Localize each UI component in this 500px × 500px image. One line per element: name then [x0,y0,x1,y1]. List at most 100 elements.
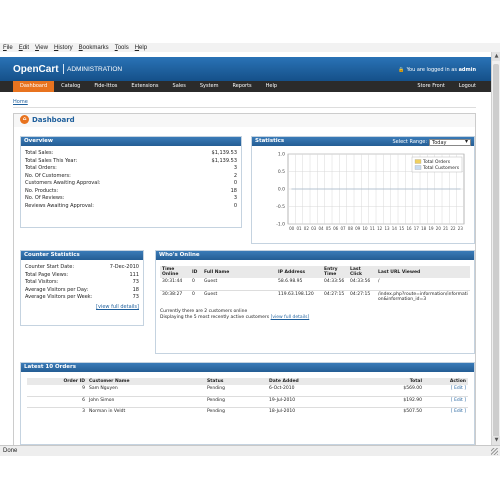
nav-sales[interactable]: Sales [166,81,193,92]
y-tick-label: 0.5 [278,169,285,175]
x-tick-label: 13 [384,226,390,231]
counter-value: 7-Dec-2010 [109,264,139,270]
online-details-link[interactable]: [view full details] [271,315,310,320]
range-select: Select Range: Today [392,138,471,147]
statistics-title: Statistics [255,138,285,144]
nav-system[interactable]: System [193,81,226,92]
overview-value: 3 [233,195,237,201]
overview-label: Customers Awaiting Approval: [25,180,101,186]
nav-dashboard[interactable]: Dashboard [13,81,55,92]
cell: 18-Jul-2010 [269,408,296,414]
nav-extensions[interactable]: Extensions [124,81,165,92]
counter-details-link[interactable]: [view full details] [96,304,139,310]
x-tick-label: 03 [311,226,317,231]
menu-bookmarks[interactable]: Bookmarks [79,45,109,51]
browser-viewport: OpenCart ADMINISTRATION 🔒 You are logged … [0,52,500,445]
x-tick-label: 00 [289,226,295,231]
x-tick-label: 19 [428,226,434,231]
range-dropdown[interactable]: Today [429,139,471,146]
logo[interactable]: OpenCart [13,64,59,75]
logged-in-text: You are logged in as [406,67,457,73]
online-title: Who's Online [156,251,474,260]
admin-label: ADMINISTRATION [67,66,123,73]
overview-label: No. Of Customers: [25,172,71,179]
counter-label: Average Visitors per Week: [25,294,93,300]
overview-value: $1,139.53 [211,150,237,156]
nav-logout[interactable]: Logout [452,81,483,92]
breadcrumb-home[interactable]: Home [13,99,28,105]
browser-menubar: File Edit View History Bookmarks Tools H… [0,43,500,52]
cell: Pending [207,386,225,391]
cell: 19-Jul-2010 [269,397,296,403]
counter-row: Total Visitors: 73 [21,279,143,287]
edit-order-button[interactable]: [ Edit ] [424,407,468,418]
online-display-text: Displaying the 5 most recently active cu… [160,315,470,321]
x-tick-label: 11 [370,226,376,231]
nav-store-front[interactable]: Store Front [410,81,451,92]
x-tick-label: 04 [318,226,324,231]
x-tick-label: 01 [296,226,302,231]
menu-edit[interactable]: Edit [19,45,29,51]
col-last-click: Last Click [348,266,376,278]
vertical-scrollbar[interactable]: ▲ ▼ [491,52,500,445]
x-tick-label: 18 [421,226,427,231]
logo-divider [63,64,64,74]
cell: 0 [192,279,195,284]
nav-reports[interactable]: Reports [225,81,258,92]
edit-order-button[interactable]: [ Edit ] [424,385,468,396]
y-tick-label: 0.0 [278,187,285,193]
cell: Guest [204,291,218,297]
logged-in-status: 🔒 You are logged in as admin [398,67,476,73]
edit-order-button[interactable]: [ Edit ] [424,396,468,407]
col-date-added: Date Added [267,378,353,385]
col-order-id: Order ID [27,378,87,385]
resize-grip-icon[interactable] [491,448,498,455]
browser-statusbar: Done [0,445,500,456]
overview-title: Overview [21,137,241,146]
scroll-up-icon[interactable]: ▲ [492,52,500,61]
nav-help[interactable]: Help [259,81,284,92]
col-entry-time: Entry Time [322,266,348,278]
logged-in-user: admin [458,67,476,73]
cell: /index.php?route=information/information… [378,291,468,302]
counter-row: Average Visitors per Day: 18 [21,287,143,295]
scroll-thumb[interactable] [493,64,499,439]
menu-file[interactable]: File [3,45,13,51]
col-ip: IP Address [276,266,322,278]
overview-label: Total Sales: [25,150,54,156]
scroll-down-icon[interactable]: ▼ [492,436,500,445]
x-tick-label: 10 [362,226,368,231]
counter-value: 18 [132,286,139,293]
cell: $569.00 [403,386,422,391]
cell: John Simon [89,397,115,403]
nav-catalog[interactable]: Catalog [54,81,87,92]
orders-table: Order ID Customer Name Status Date Added… [27,378,468,418]
overview-row: Reviews Awaiting Approval: 0 [21,203,241,211]
cell: $507.50 [403,408,422,414]
cell: 04:33:56 [324,279,345,284]
overview-row: No. Of Reviews: 3 [21,195,241,203]
menu-help[interactable]: Help [135,45,147,51]
col-full-name: Full Name [202,266,276,278]
lock-icon: 🔒 [398,67,405,73]
cell: Pending [207,397,225,403]
menu-tools[interactable]: Tools [115,45,129,51]
counter-label: Average Visitors per Day: [25,286,89,293]
overview-label: No. Of Reviews: [25,195,65,201]
nav-extras[interactable]: Fide-Ittos [87,81,124,92]
x-tick-label: 21 [443,226,449,231]
menu-history[interactable]: History [54,45,73,51]
status-text: Done [3,448,18,454]
menu-view[interactable]: View [35,45,48,51]
home-icon: ⌂ [20,115,29,124]
col-customer: Customer Name [87,378,205,385]
main-nav: Dashboard Catalog Fide-Ittos Extensions … [0,81,491,92]
x-tick-label: 20 [436,226,442,231]
cell: 30:38:27 [162,291,183,297]
counter-value: 73 [132,294,139,300]
legend-swatch [414,159,422,164]
page-title-text: Dashboard [32,115,75,124]
overview-row: Total Sales: $1,139.53 [21,150,241,158]
cell: 119.63.198.120 [278,291,314,297]
cell: Guest [204,279,218,284]
